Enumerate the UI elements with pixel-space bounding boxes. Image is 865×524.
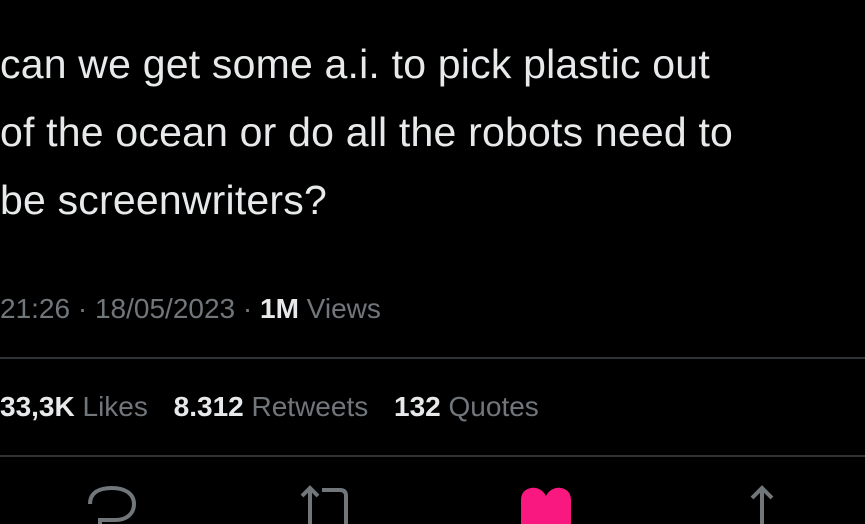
divider [0,455,865,457]
meta-separator: · [70,293,95,324]
quotes-count: 132 [394,391,441,422]
quotes-stat[interactable]: 132 Quotes [394,391,539,422]
retweets-count: 8.312 [173,391,244,422]
reply-button[interactable] [86,484,138,524]
retweet-icon [300,485,348,524]
tweet-text: can we get some a.i. to pick plastic out… [0,41,734,223]
retweets-stat[interactable]: 8.312 Retweets [174,391,369,422]
tweet-date[interactable]: 18/05/2023 [95,293,235,324]
like-button[interactable] [521,484,571,524]
retweet-button[interactable] [296,484,356,524]
share-icon [750,485,774,524]
likes-count: 33,3K [0,391,75,422]
views-label: Views [298,293,381,324]
likes-stat[interactable]: 33,3K Likes [0,391,148,422]
share-button[interactable] [742,484,782,524]
like-icon [521,487,571,524]
meta-separator: · [235,293,260,324]
divider [0,357,865,359]
reply-icon [88,485,137,524]
likes-label: Likes [74,391,148,422]
tweet-meta: 21:26 · 18/05/2023 · 1M Views [0,289,381,329]
retweets-label: Retweets [243,391,369,422]
engagement-stats: 33,3K Likes 8.312 Retweets 132 Quotes [0,387,557,427]
quotes-label: Quotes [440,391,539,422]
views-count: 1M [260,293,299,324]
tweet-time[interactable]: 21:26 [0,293,70,324]
